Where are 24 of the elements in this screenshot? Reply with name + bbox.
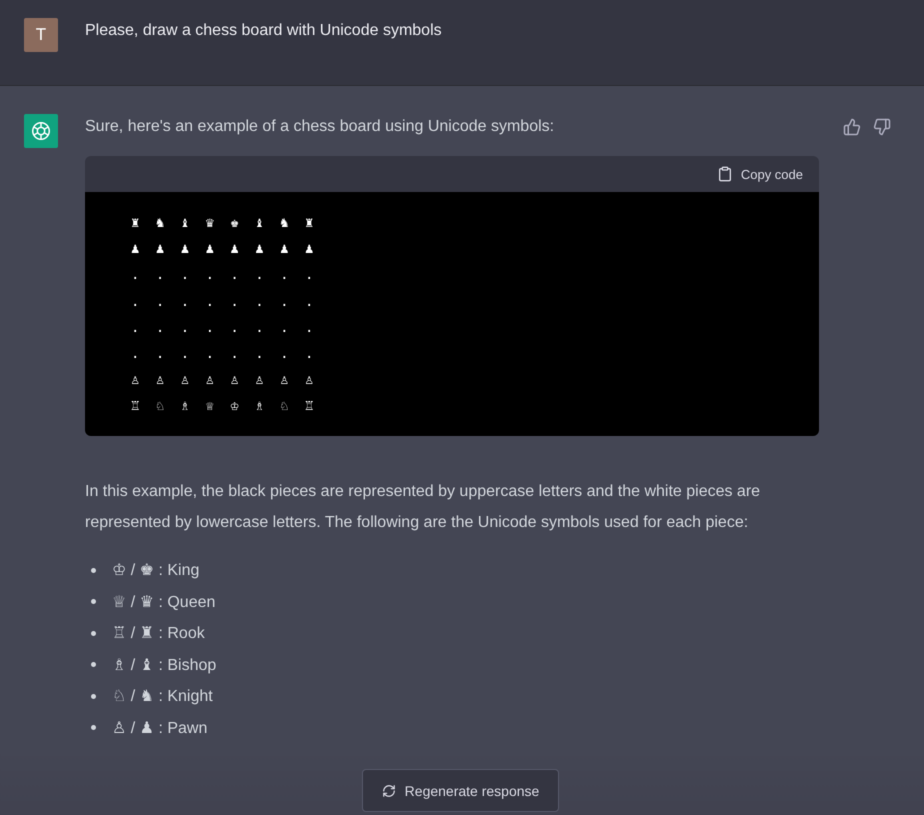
clipboard-icon: [716, 166, 733, 182]
copy-code-button[interactable]: Copy code: [716, 166, 803, 182]
list-item: ♘ / ♞ : Knight: [112, 687, 213, 706]
list-item: ♗ / ♝ : Bishop: [112, 656, 216, 675]
list-item: ♖ / ♜ : Rook: [112, 624, 205, 644]
bullet-icon: [91, 568, 96, 573]
list-item: ♕ / ♛ : Queen: [112, 592, 216, 612]
user-avatar: T: [24, 18, 58, 52]
bullet-icon: [91, 694, 96, 699]
list-item: ♔ / ♚ : King: [112, 561, 200, 580]
bullet-icon: [91, 630, 96, 636]
assistant-intro: Sure, here's an example of a chess board using Unicode symbols:: [85, 118, 554, 137]
thumbs-down-icon[interactable]: [873, 118, 891, 136]
list-item: ♙ / ♟ : Pawn: [112, 718, 208, 738]
code-text: ♜ ♞ ♝ ♛ ♚ ♝ ♞ ♜ ♟ ♟ ♟ ♟ ♟ ♟ ♟ ♟ . . . . . . . . . . . . . . . . . . . . . . . . . . . . . . . . ♙ ♙ ♙ ♙ ♙ ♙ ♙ ♙ ♖ ♘ ♗ ♕ ♔ ♗ ♘ ♖: [85, 192, 819, 436]
thumbs-up-icon[interactable]: [843, 118, 861, 136]
bullet-icon: [91, 725, 96, 730]
refresh-icon: [382, 784, 396, 798]
user-message: Please, draw a chess board with Unicode symbols: [85, 21, 442, 41]
bullet-icon: [91, 599, 96, 604]
bullet-icon: [91, 662, 96, 668]
logo-icon: [30, 120, 52, 142]
explanation-paragraph: In this example, the black pieces are represented by uppercase letters and the white pieces are represented by lowercase letters. The following are the Unicode symbols used for each piece:: [85, 482, 762, 534]
regenerate-button[interactable]: Regenerate response: [362, 769, 559, 812]
